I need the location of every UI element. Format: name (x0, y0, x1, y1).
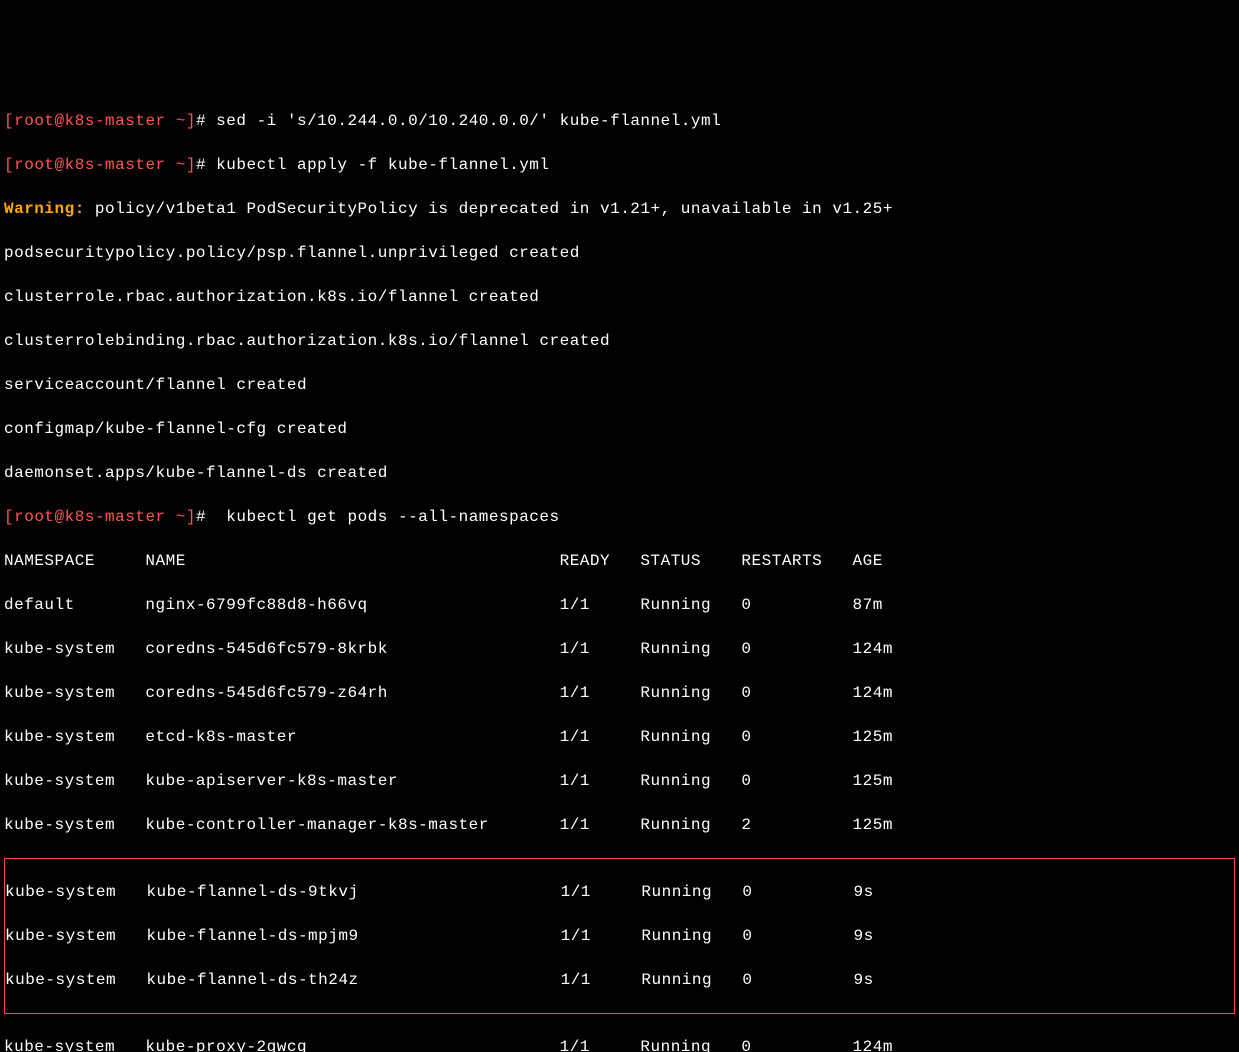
warning-text: policy/v1beta1 PodSecurityPolicy is depr… (85, 200, 893, 218)
prompt-bracket-open: [ (4, 156, 14, 174)
terminal-output: [root@k8s-master ~]# sed -i 's/10.244.0.… (4, 88, 1235, 1052)
prompt-line-1[interactable]: [root@k8s-master ~]# sed -i 's/10.244.0.… (4, 110, 1235, 132)
table-row: kube-system coredns-545d6fc579-8krbk 1/1… (4, 638, 1235, 660)
prompt-host: k8s-master (65, 112, 166, 130)
prompt-bracket-close: ] (186, 508, 196, 526)
prompt-path: ~ (166, 508, 186, 526)
prompt-user: root (14, 156, 54, 174)
command-kubectl-get-pods: kubectl get pods --all-namespaces (216, 508, 559, 526)
table-row: kube-system coredns-545d6fc579-z64rh 1/1… (4, 682, 1235, 704)
table-row: kube-system kube-proxy-2gwcq 1/1 Running… (4, 1036, 1235, 1052)
prompt-at: @ (55, 508, 65, 526)
table-row: kube-system kube-controller-manager-k8s-… (4, 814, 1235, 836)
prompt-bracket-open: [ (4, 112, 14, 130)
prompt-hash: # (196, 508, 216, 526)
table-row: kube-system etcd-k8s-master 1/1 Running … (4, 726, 1235, 748)
table-row: kube-system kube-flannel-ds-th24z 1/1 Ru… (5, 969, 1234, 991)
table-row: kube-system kube-flannel-ds-9tkvj 1/1 Ru… (5, 881, 1234, 903)
created-line: daemonset.apps/kube-flannel-ds created (4, 462, 1235, 484)
table-row: kube-system kube-flannel-ds-mpjm9 1/1 Ru… (5, 925, 1234, 947)
command-kubectl-apply: kubectl apply -f kube-flannel.yml (216, 156, 549, 174)
created-line: serviceaccount/flannel created (4, 374, 1235, 396)
prompt-line-2[interactable]: [root@k8s-master ~]# kubectl apply -f ku… (4, 154, 1235, 176)
prompt-bracket-close: ] (186, 112, 196, 130)
prompt-bracket-open: [ (4, 508, 14, 526)
created-line: podsecuritypolicy.policy/psp.flannel.unp… (4, 242, 1235, 264)
warning-label: Warning: (4, 200, 85, 218)
command-sed: sed -i 's/10.244.0.0/10.240.0.0/' kube-f… (216, 112, 721, 130)
prompt-bracket-close: ] (186, 156, 196, 174)
prompt-hash: # (196, 112, 216, 130)
warning-line: Warning: policy/v1beta1 PodSecurityPolic… (4, 198, 1235, 220)
prompt-line-3[interactable]: [root@k8s-master ~]# kubectl get pods --… (4, 506, 1235, 528)
prompt-at: @ (55, 112, 65, 130)
created-line: clusterrolebinding.rbac.authorization.k8… (4, 330, 1235, 352)
prompt-at: @ (55, 156, 65, 174)
prompt-path: ~ (166, 156, 186, 174)
prompt-host: k8s-master (65, 508, 166, 526)
created-line: configmap/kube-flannel-cfg created (4, 418, 1235, 440)
prompt-path: ~ (166, 112, 186, 130)
table-header: NAMESPACE NAME READY STATUS RESTARTS AGE (4, 550, 1235, 572)
prompt-hash: # (196, 156, 216, 174)
table-row: kube-system kube-apiserver-k8s-master 1/… (4, 770, 1235, 792)
prompt-host: k8s-master (65, 156, 166, 174)
highlighted-flannel-rows: kube-system kube-flannel-ds-9tkvj 1/1 Ru… (4, 858, 1235, 1014)
prompt-user: root (14, 508, 54, 526)
table-row: default nginx-6799fc88d8-h66vq 1/1 Runni… (4, 594, 1235, 616)
prompt-user: root (14, 112, 54, 130)
created-line: clusterrole.rbac.authorization.k8s.io/fl… (4, 286, 1235, 308)
